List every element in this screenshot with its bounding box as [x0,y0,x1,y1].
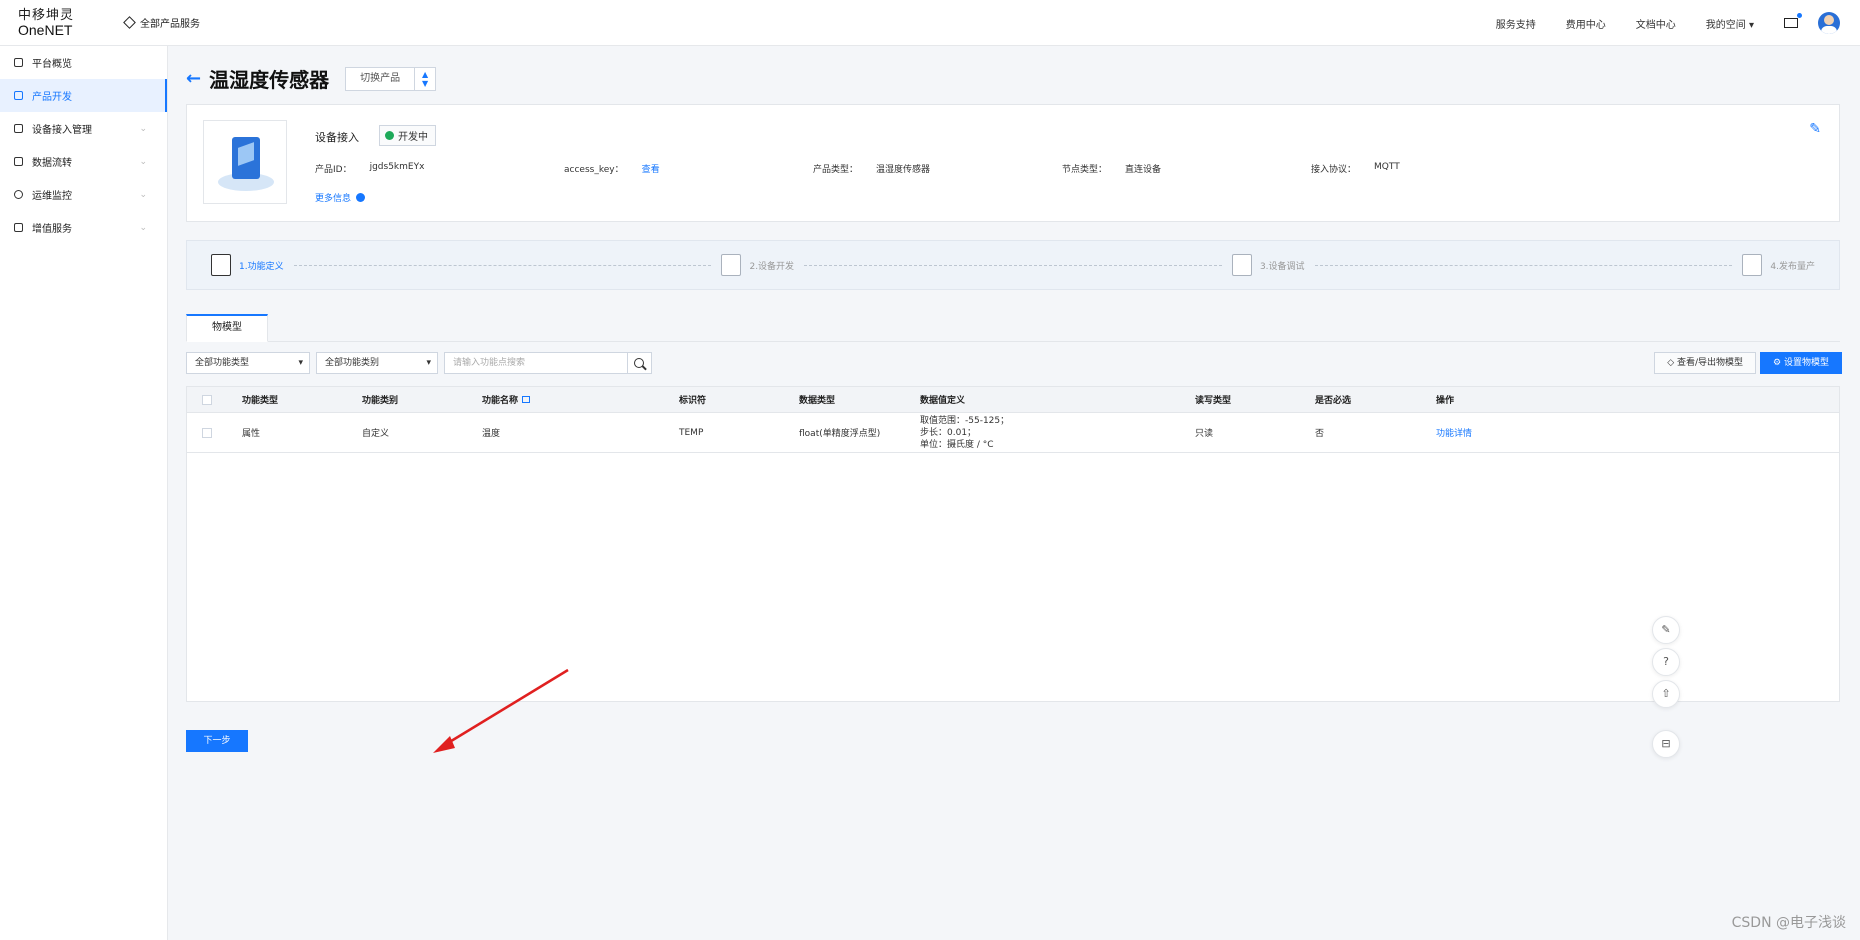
gear-icon: ⚙ [1773,358,1782,368]
value-range: 取值范围：-55-125； [920,416,1010,426]
col-header: 标识符 [679,396,707,406]
set-model-label: 设置物模型 [1783,358,1829,368]
sidebar: 平台概览 产品开发 设备接入管理 ⌄ 数据流转 ⌄ 运维监控 ⌄ 增值服务 ⌄ [0,46,168,940]
cell-required: 否 [1315,429,1325,439]
sidebar-item-label: 运维监控 [32,191,72,202]
col-header: 数据类型 [799,396,836,406]
cell-identifier: TEMP [679,427,704,438]
protocol-field: 接入协议： MQTT [1311,162,1400,175]
logo-en: OneNET [18,21,73,38]
watermark: CSDN @电子浅谈 [1731,915,1846,931]
sidebar-item-label: 产品开发 [32,92,72,103]
top-navbar: 中移坤灵 OneNET 全部产品服务 服务支持 费用中心 文档中心 我的空间 ▾ [0,0,1860,46]
search-icon[interactable] [628,352,652,374]
function-detail-link[interactable]: 功能详情 [1436,426,1472,439]
chevron-down-icon: ⌄ [139,222,147,233]
service-support-link[interactable]: 服务支持 [1496,16,1536,31]
mail-icon[interactable] [1784,13,1802,28]
diamond-icon: ◇ [1667,358,1675,368]
protocol-label: 接入协议： [1311,165,1357,175]
protocol-value: MQTT [1374,162,1400,172]
cell-value-def: 取值范围：-55-125； 步长：0.01； 单位：摄氏度 / °C [920,415,1009,451]
edit-icon[interactable]: ✎ [1809,121,1821,137]
help-icon[interactable]: ? [1652,648,1680,676]
view-export-label: 查看/导出物模型 [1676,358,1744,368]
chevron-down-icon: ⌄ [139,123,147,134]
product-type-label: 产品类型： [813,165,859,175]
my-space-menu[interactable]: 我的空间 ▾ [1706,16,1754,31]
sidebar-item-monitoring[interactable]: 运维监控 ⌄ [0,178,167,211]
product-type-value: 温湿度传感器 [876,165,931,175]
step-label: 4.发布量产 [1770,261,1815,272]
caret-down-icon: ▾ [1748,19,1754,31]
send-icon [14,223,23,232]
node-type-label: 节点类型： [1062,165,1108,175]
value-unit: 单位：摄氏度 / °C [920,440,994,450]
clock-icon [14,190,23,199]
col-header: 操作 [1436,396,1455,406]
top-right-links: 服务支持 费用中心 文档中心 我的空间 ▾ [1496,0,1860,46]
cell-datatype: float(单精度浮点型) [799,429,881,439]
sidebar-item-value-added[interactable]: 增值服务 ⌄ [0,211,167,244]
main-content: ← 温湿度传感器 切换产品 ▲ ▼ 设备接入 开发中 ✎ 产品ID： jgds5k… [168,46,1860,940]
cloud-upload-icon[interactable]: ⇧ [1652,680,1680,708]
step-debug[interactable]: 3.设备调试 [1231,254,1305,276]
feedback-edit-icon[interactable]: ✎ [1652,616,1680,644]
doc-center-link[interactable]: 文档中心 [1636,16,1676,31]
diamond-icon [123,16,136,29]
sidebar-item-label: 平台概览 [32,59,72,70]
overview-icon [14,58,23,67]
step-label: 3.设备调试 [1259,261,1305,272]
chevron-down-icon: ⌄ [139,189,147,200]
table-actions: ◇ 查看/导出物模型 ⚙ 设置物模型 [1654,352,1842,374]
set-model-button[interactable]: ⚙ 设置物模型 [1760,352,1842,374]
access-key-view-link[interactable]: 查看 [642,162,660,175]
step-publish[interactable]: 4.发布量产 [1742,254,1815,276]
printer-icon [721,254,742,276]
value-step: 步长：0.01； [920,428,977,438]
next-step-button[interactable]: 下一步 [186,730,248,752]
node-type-value: 直连设备 [1125,165,1162,175]
sidebar-item-label: 增值服务 [32,224,72,235]
sidebar-item-device-access[interactable]: 设备接入管理 ⌄ [0,112,167,145]
collapse-panel-icon[interactable]: ⊟ [1652,730,1680,758]
sidebar-item-label: 设备接入管理 [32,125,92,136]
debug-icon [1231,254,1252,276]
cube-icon [14,91,23,100]
onenet-logo[interactable]: 中移坤灵 OneNET [0,7,95,38]
col-header: 是否必选 [1315,396,1352,406]
col-header: 读写类型 [1195,396,1232,406]
cell-rw: 只读 [1195,429,1214,439]
red-arrow-annotation [433,668,569,753]
sidebar-item-data-flow[interactable]: 数据流转 ⌄ [0,145,167,178]
device-icon [14,124,23,133]
sidebar-item-label: 数据流转 [32,158,72,169]
billing-center-link[interactable]: 费用中心 [1566,16,1606,31]
sidebar-item-overview[interactable]: 平台概览 [0,46,167,79]
all-products-menu[interactable]: 全部产品服务 [123,15,200,30]
sidebar-item-product-dev[interactable]: 产品开发 [0,79,167,112]
node-type-field: 节点类型： 直连设备 [1062,162,1161,175]
my-space-label: 我的空间 [1705,19,1746,31]
col-header: 数据值定义 [920,396,966,406]
product-type-field: 产品类型： 温湿度传感器 [813,162,930,175]
data-flow-icon [14,157,23,166]
avatar[interactable] [1818,12,1840,34]
step-develop[interactable]: 2.设备开发 [721,254,794,276]
view-export-model-button[interactable]: ◇ 查看/导出物模型 [1654,352,1757,374]
chevron-down-icon: ⌄ [139,156,147,167]
all-products-label: 全部产品服务 [140,19,200,30]
checklist-icon [1742,254,1763,276]
step-label: 2.设备开发 [749,261,795,272]
logo-cn: 中移坤灵 [18,7,75,23]
